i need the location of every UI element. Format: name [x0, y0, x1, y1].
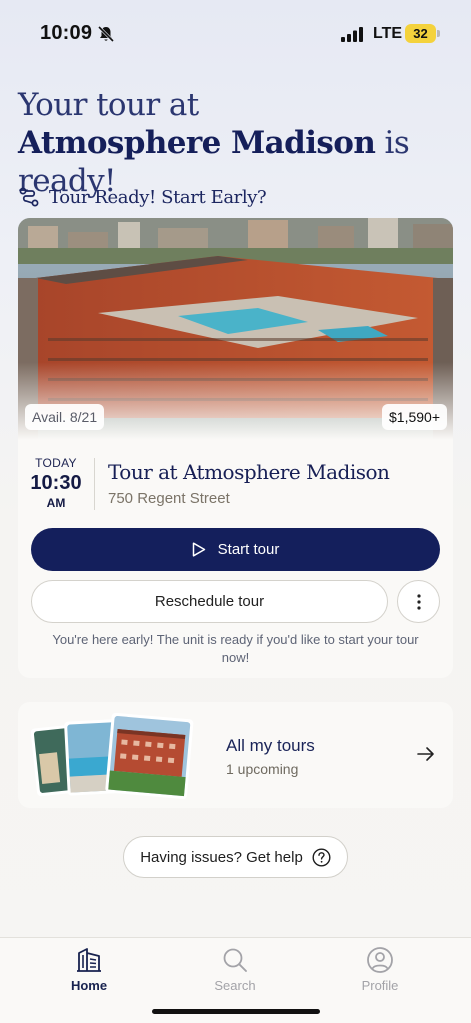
- tab-profile-label: Profile: [361, 978, 399, 993]
- tab-search[interactable]: Search: [190, 946, 280, 993]
- question-circle-icon: [312, 847, 331, 867]
- more-options-button[interactable]: [397, 580, 440, 623]
- reschedule-tour-button[interactable]: Reschedule tour: [31, 580, 388, 623]
- property-name: Atmosphere Madison: [18, 125, 376, 161]
- more-vertical-icon: [416, 593, 421, 610]
- tour-title: Tour at Atmosphere Madison: [108, 460, 390, 484]
- tour-address: 750 Regent Street: [108, 490, 230, 507]
- search-icon: [223, 948, 247, 972]
- start-tour-label: Start tour: [217, 541, 280, 558]
- arrow-right-icon[interactable]: [416, 746, 436, 762]
- tab-profile[interactable]: Profile: [335, 946, 425, 993]
- status-bar: 10:09 LTE 32: [0, 0, 471, 60]
- tour-ready-text: Tour Ready! Start Early?: [49, 186, 267, 208]
- get-help-button[interactable]: Having issues? Get help: [123, 836, 348, 878]
- tour-day: TODAY: [35, 456, 77, 470]
- battery-icon: 32: [405, 24, 441, 44]
- help-label: Having issues? Get help: [140, 848, 303, 866]
- reschedule-label: Reschedule tour: [154, 593, 265, 610]
- tour-time: TODAY 10:30 AM: [18, 456, 94, 510]
- tab-home[interactable]: Home: [44, 946, 134, 993]
- tour-ampm: AM: [46, 496, 66, 510]
- all-tours-card[interactable]: All my tours 1 upcoming: [18, 702, 453, 808]
- network-type: LTE: [373, 25, 403, 42]
- tour-ready-heading: Tour Ready! Start Early?: [18, 183, 267, 211]
- early-arrival-note: You're here early! The unit is ready if …: [52, 632, 419, 665]
- tab-home-label: Home: [70, 978, 108, 993]
- start-tour-button[interactable]: Start tour: [31, 528, 440, 571]
- availability-badge: Avail. 8/21: [25, 404, 105, 430]
- tab-search-label: Search: [214, 978, 256, 993]
- battery-level: 32: [405, 24, 436, 43]
- bell-slash-icon: [97, 25, 115, 43]
- price-badge: $1,590+: [382, 404, 447, 430]
- all-tours-title: All my tours: [226, 736, 315, 755]
- route-icon: [19, 187, 39, 207]
- divider: [94, 458, 95, 510]
- cellular-signal-icon: [341, 27, 363, 42]
- tour-clock: 10:30: [30, 472, 82, 494]
- home-indicator: [152, 1009, 320, 1014]
- upcoming-count: 1 upcoming: [226, 761, 299, 777]
- title-line-1: Your tour at: [18, 87, 199, 123]
- play-icon: [192, 542, 205, 557]
- tour-thumbnails: [30, 712, 194, 800]
- tour-card: Avail. 8/21 $1,590+ TODAY 10:30 AM Tour …: [18, 218, 453, 678]
- building-icon: [77, 948, 101, 972]
- profile-icon: [367, 947, 393, 973]
- status-time: 10:09: [40, 22, 93, 44]
